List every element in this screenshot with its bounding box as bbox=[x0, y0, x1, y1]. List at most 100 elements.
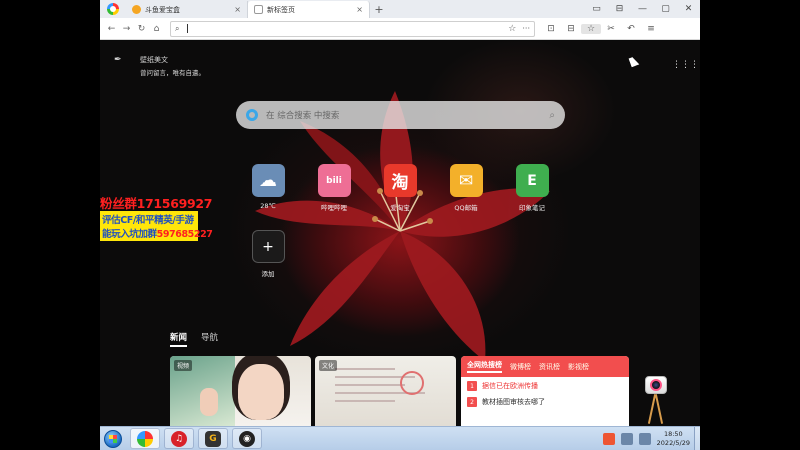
maximize-icon[interactable]: ▢ bbox=[654, 4, 677, 14]
promo-evaluation: 评估CF/和平精英/手游 bbox=[102, 215, 194, 226]
tab-label: 新标签页 bbox=[267, 5, 295, 14]
tile-label: 印象笔记 bbox=[519, 204, 545, 212]
add-quicklink-button[interactable]: + 添加 bbox=[238, 230, 298, 278]
favorites-icon[interactable]: ☆ bbox=[581, 23, 601, 34]
sidebar-toggle-icon[interactable]: ▭ bbox=[585, 4, 608, 14]
tile-label: 添加 bbox=[261, 270, 275, 278]
apps-grid-icon[interactable]: ⋮⋮⋮ bbox=[672, 60, 699, 70]
douyu-tab-icon bbox=[132, 5, 141, 14]
tab-movies[interactable]: 影视榜 bbox=[568, 362, 589, 372]
rank-badge: 2 bbox=[467, 397, 477, 407]
wallpaper-quote-text: 曾问留言，唯有自遣。 bbox=[140, 69, 205, 77]
more-options-icon[interactable]: ··· bbox=[522, 24, 530, 33]
tab-news[interactable]: 新闻 bbox=[170, 331, 188, 347]
tab-all-hot[interactable]: 全网热搜榜 bbox=[467, 360, 502, 373]
navigation-bar: ← → ↻ ⌂ ⌕ ☆ ··· ⊡ ⊟ ☆ ✂ ↶ ≡ bbox=[100, 18, 700, 40]
hot-search-tabs: 全网热搜榜 微博榜 资讯榜 影视榜 bbox=[461, 356, 629, 377]
minimize-icon[interactable]: — bbox=[631, 4, 654, 14]
extension-icon[interactable]: ⊡ bbox=[541, 24, 561, 34]
search-input[interactable]: 在 综合搜索 中搜索 bbox=[266, 109, 549, 121]
menu-icon[interactable]: ≡ bbox=[641, 24, 661, 34]
promo-join: 能玩入坑加群597685227 bbox=[102, 226, 213, 240]
search-engine-icon[interactable] bbox=[246, 109, 258, 121]
tile-label: 28℃ bbox=[260, 202, 276, 210]
address-bar[interactable]: ⌕ ☆ ··· bbox=[170, 20, 535, 37]
person-photo bbox=[238, 364, 284, 420]
taskbar-app-browser[interactable] bbox=[130, 428, 160, 449]
volume-icon[interactable] bbox=[638, 432, 651, 445]
quicklink-taobao[interactable]: 淘 爱淘宝 bbox=[370, 164, 430, 212]
taskbar-app-obs[interactable]: ◉ bbox=[232, 428, 262, 449]
screenshot-icon[interactable]: ✂ bbox=[601, 24, 621, 34]
start-button[interactable] bbox=[100, 428, 126, 450]
quicklink-evernote[interactable]: E 印象笔记 bbox=[502, 164, 562, 212]
new-tab-button[interactable]: + bbox=[370, 1, 388, 18]
tab-weibo[interactable]: 微博榜 bbox=[510, 362, 531, 372]
taskbar: ♫ G ◉ 18:50 2022/5/29 bbox=[100, 426, 700, 450]
forward-icon[interactable]: → bbox=[119, 24, 134, 34]
quicklink-bilibili[interactable]: bili 哔哩哔哩 bbox=[304, 164, 364, 212]
news-card-video[interactable]: 视频 bbox=[170, 356, 311, 426]
windows-icon bbox=[104, 429, 122, 448]
clock-time: 18:50 bbox=[663, 429, 683, 438]
add-icon: + bbox=[251, 230, 285, 263]
stamp-graphic bbox=[400, 371, 424, 395]
sogou-input-icon[interactable] bbox=[602, 432, 615, 445]
tab-douyu[interactable]: 斗鱼爱宝盒 × bbox=[126, 1, 248, 18]
toolbar: ⊡ ⊟ ☆ ✂ ↶ ≡ bbox=[541, 23, 661, 34]
promo-fan-group: 粉丝群171569927 bbox=[100, 196, 213, 211]
camera-widget-icon[interactable] bbox=[645, 376, 667, 426]
close-tab-icon[interactable]: × bbox=[234, 5, 241, 14]
cloud-icon: ☁ bbox=[251, 164, 285, 197]
close-window-icon[interactable]: ✕ bbox=[677, 4, 700, 14]
card-tag: 文化 bbox=[319, 360, 338, 371]
netease-music-icon: ♫ bbox=[171, 430, 187, 447]
promo-box: 评估CF/和平精英/手游 能玩入坑加群597685227 bbox=[100, 211, 213, 241]
browser-logo-icon[interactable] bbox=[100, 0, 126, 18]
quicklink-weather[interactable]: ☁ 28℃ bbox=[238, 164, 298, 210]
hand-graphic bbox=[200, 388, 218, 416]
tile-label: 爱淘宝 bbox=[390, 204, 410, 212]
card-tag: 视频 bbox=[174, 360, 193, 371]
bilibili-icon: bili bbox=[317, 164, 351, 197]
search-icon: ⌕ bbox=[175, 23, 180, 33]
clock-date: 2022/5/29 bbox=[656, 438, 690, 447]
mail-icon: ✉ bbox=[449, 164, 483, 197]
hot-item-text: 教材插图审核去哪了 bbox=[482, 398, 545, 406]
hot-search-card: 全网热搜榜 微博榜 资讯榜 影视榜 1 据信已在欧洲传播 2 教材插图审核去哪了 bbox=[461, 356, 629, 426]
tab-label: 斗鱼爱宝盒 bbox=[145, 5, 180, 14]
tab-news-rank[interactable]: 资讯榜 bbox=[539, 362, 560, 372]
feed-tabs: 新闻 导航 bbox=[170, 331, 232, 347]
quote-feather-icon[interactable]: ✒ bbox=[114, 55, 122, 65]
hot-item[interactable]: 1 据信已在欧洲传播 bbox=[461, 377, 629, 393]
system-tray: 18:50 2022/5/29 bbox=[602, 426, 700, 450]
clock[interactable]: 18:50 2022/5/29 bbox=[657, 430, 690, 448]
close-tab-icon[interactable]: × bbox=[356, 5, 363, 14]
network-icon[interactable] bbox=[620, 432, 633, 445]
tab-new-tab[interactable]: 新标签页 × bbox=[248, 1, 370, 18]
hot-item-text: 据信已在欧洲传播 bbox=[482, 382, 538, 390]
window-controls: ▭ ⊟ — ▢ ✕ bbox=[585, 0, 700, 18]
back-icon[interactable]: ← bbox=[104, 24, 119, 34]
evernote-icon: E bbox=[515, 164, 549, 197]
hot-item[interactable]: 2 教材插图审核去哪了 bbox=[461, 393, 629, 409]
search-icon[interactable]: ⌕ bbox=[549, 110, 555, 121]
quicklink-qqmail[interactable]: ✉ QQ邮箱 bbox=[436, 164, 496, 212]
taskbar-app-g[interactable]: G bbox=[198, 428, 228, 449]
show-desktop-button[interactable] bbox=[694, 426, 700, 450]
refresh-icon[interactable]: ↻ bbox=[134, 24, 149, 34]
undo-icon[interactable]: ↶ bbox=[621, 24, 641, 34]
tile-label: QQ邮箱 bbox=[454, 204, 478, 212]
wallpaper-quote-title[interactable]: 壁纸美文 bbox=[140, 55, 168, 65]
taskbar-app-music[interactable]: ♫ bbox=[164, 428, 194, 449]
rank-badge: 1 bbox=[467, 381, 477, 391]
news-card-culture[interactable]: 文化 bbox=[315, 356, 456, 426]
screen: 斗鱼爱宝盒 × 新标签页 × + ▭ ⊟ — ▢ ✕ ← → ↻ ⌂ ⌕ ☆ ·… bbox=[0, 0, 800, 450]
home-icon[interactable]: ⌂ bbox=[149, 24, 164, 34]
skin-icon[interactable]: ⊟ bbox=[608, 4, 631, 14]
tab-navigation[interactable]: 导航 bbox=[201, 331, 218, 347]
mouse-cursor bbox=[628, 55, 640, 68]
tab-manager-icon[interactable]: ⊟ bbox=[561, 24, 581, 34]
search-box[interactable]: 在 综合搜索 中搜索 ⌕ bbox=[236, 101, 565, 129]
bookmark-star-icon[interactable]: ☆ bbox=[508, 24, 516, 34]
